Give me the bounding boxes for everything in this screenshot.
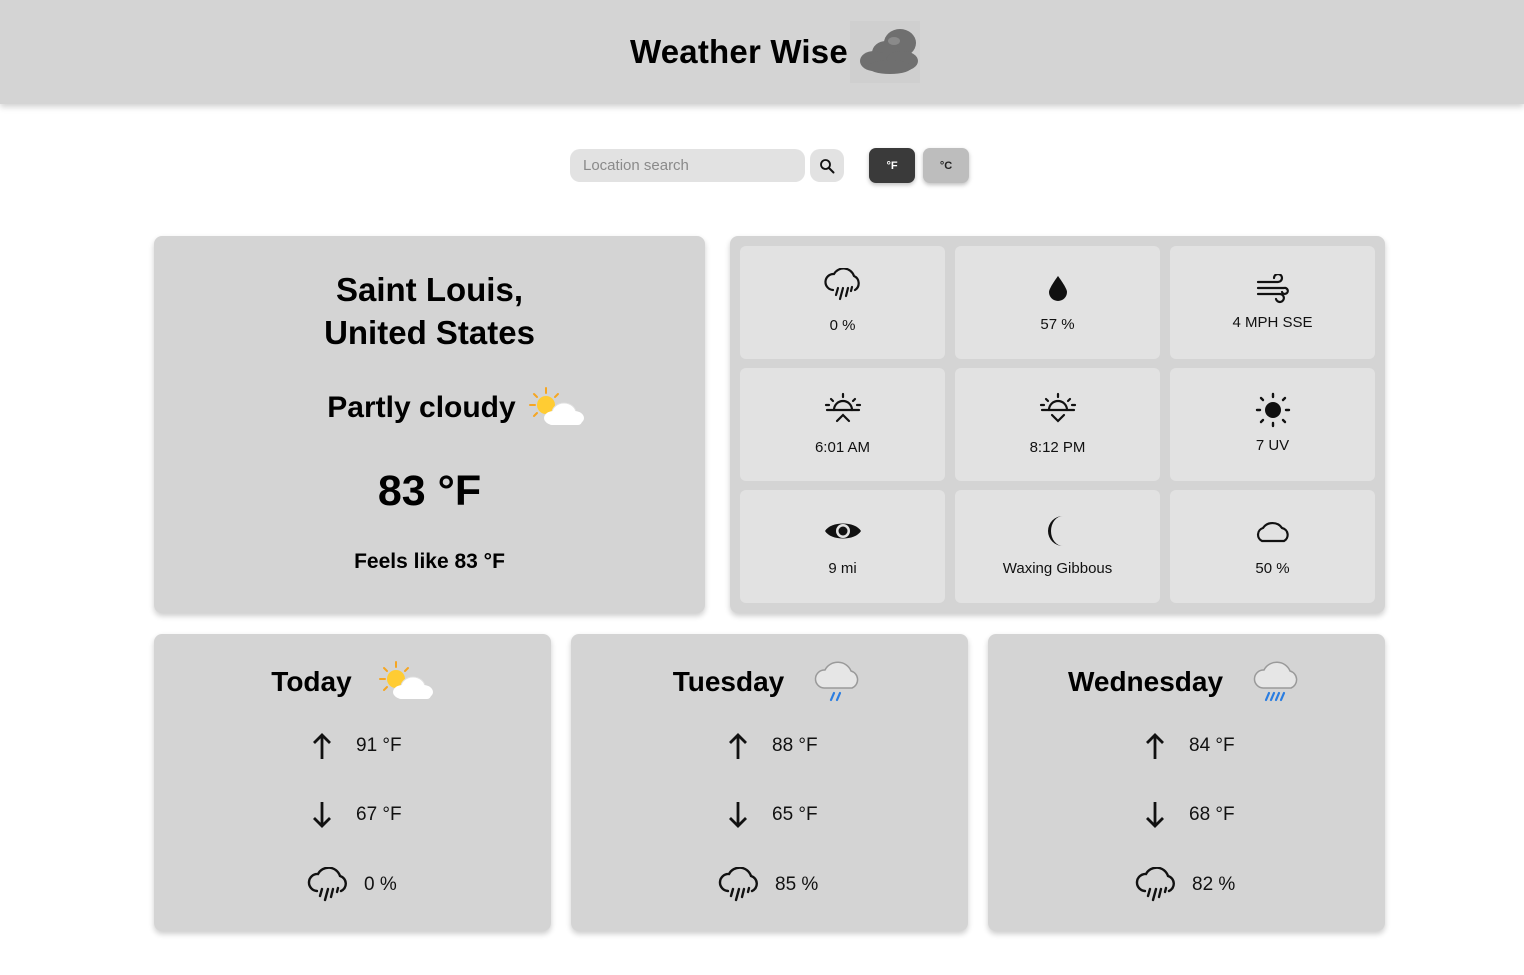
forecast-rain-value: 82 % — [1192, 874, 1236, 895]
humidity-drop-icon — [1048, 276, 1067, 301]
current-condition: Partly cloudy — [154, 386, 705, 430]
detail-value: 4 MPH SSE — [1232, 314, 1313, 331]
forecast-rain-value: 0 % — [364, 874, 397, 895]
brand: Weather Wise — [630, 21, 920, 83]
light-rain-icon — [815, 661, 859, 702]
visibility-eye-icon — [824, 523, 861, 539]
clouds-logo-icon — [849, 21, 920, 83]
forecast-header: Tuesday — [571, 658, 968, 706]
location-country: United States — [324, 314, 535, 351]
moon-phase-icon — [1047, 516, 1063, 546]
forecast-low: 67 °F — [310, 800, 402, 830]
condition-text: Partly cloudy — [327, 391, 516, 424]
detail-cloud-cover: 50 % — [1170, 490, 1375, 603]
forecast-rain: 82 % — [1134, 867, 1235, 903]
forecast-day-name: Today — [271, 666, 352, 697]
forecast-high: 84 °F — [1143, 731, 1235, 761]
forecast-card-tuesday: Tuesday 88 °F 65 °F 85 % — [571, 634, 968, 931]
forecast-low: 65 °F — [726, 800, 818, 830]
arrow-up-icon — [1146, 733, 1164, 759]
cloud-cover-icon — [1256, 522, 1289, 543]
detail-uv: 7 UV — [1170, 368, 1375, 481]
forecast-rain-value: 85 % — [775, 874, 819, 895]
sunrise-icon — [824, 392, 861, 423]
detail-value: 0 % — [829, 317, 856, 334]
partly-cloudy-icon — [528, 387, 584, 425]
forecast-high-value: 84 °F — [1189, 735, 1235, 756]
forecast-high-value: 91 °F — [356, 735, 402, 756]
feels-like: Feels like 83 °F — [354, 550, 505, 573]
celsius-button[interactable]: °C — [923, 148, 969, 183]
wind-icon — [1256, 274, 1289, 304]
detail-value: 9 mi — [828, 560, 857, 577]
forecast-high-value: 88 °F — [772, 735, 818, 756]
partly-cloudy-icon — [378, 661, 433, 699]
forecast-header: Wednesday — [988, 658, 1385, 706]
detail-value: 7 UV — [1255, 437, 1290, 454]
arrow-down-icon — [1146, 802, 1164, 828]
forecast-header: Today — [154, 658, 551, 706]
detail-value: 6:01 AM — [814, 439, 871, 456]
app-title: Weather Wise — [630, 33, 848, 70]
detail-value: Waxing Gibbous — [1002, 560, 1113, 577]
forecast-low-value: 68 °F — [1189, 804, 1235, 825]
forecast-low-value: 65 °F — [772, 804, 818, 825]
sunset-icon — [1039, 392, 1076, 423]
rain-chance-icon — [718, 867, 758, 902]
rain-chance-icon — [823, 268, 860, 301]
heavy-rain-icon — [1253, 661, 1298, 702]
forecast-high: 91 °F — [310, 731, 402, 761]
detail-visibility: 9 mi — [740, 490, 945, 603]
forecast-day-name: Tuesday — [672, 666, 785, 697]
detail-sunset: 8:12 PM — [955, 368, 1160, 481]
detail-value: 50 % — [1255, 560, 1290, 577]
forecast-day-name: Wednesday — [1067, 666, 1224, 697]
arrow-up-icon — [729, 733, 747, 759]
forecast-high: 88 °F — [726, 731, 818, 761]
location-city: Saint Louis, — [335, 271, 523, 308]
arrow-down-icon — [313, 802, 331, 828]
current-temperature: 83 °F — [377, 467, 482, 515]
detail-value: 57 % — [1040, 316, 1075, 333]
detail-sunrise: 6:01 AM — [740, 368, 945, 481]
forecast-card-wednesday: Wednesday 84 °F 68 °F 82 % — [988, 634, 1385, 931]
arrow-up-icon — [313, 733, 331, 759]
detail-humidity: 57 % — [955, 246, 1160, 359]
location-search-input[interactable] — [570, 149, 805, 182]
forecast-card-today: Today 91 °F 67 °F 0 % — [154, 634, 551, 931]
details-grid: 0 % 57 % 4 MPH SSE 6:01 AM 8:12 PM 7 UV … — [730, 236, 1385, 613]
rain-chance-icon — [1135, 867, 1175, 902]
forecast-low-value: 67 °F — [356, 804, 402, 825]
search-icon — [820, 158, 835, 173]
uv-sun-icon — [1255, 392, 1290, 428]
forecast-rain: 85 % — [717, 867, 818, 903]
detail-rain-chance: 0 % — [740, 246, 945, 359]
forecast-low: 68 °F — [1143, 800, 1235, 830]
search-button[interactable] — [810, 149, 844, 182]
rain-chance-icon — [307, 867, 347, 902]
app-header: Weather Wise — [0, 0, 1524, 104]
location-name: Saint Louis, United States — [154, 268, 705, 354]
detail-wind: 4 MPH SSE — [1170, 246, 1375, 359]
forecast-rain: 0 % — [306, 867, 397, 903]
arrow-down-icon — [729, 802, 747, 828]
fahrenheit-button[interactable]: °F — [869, 148, 915, 183]
detail-moon-phase: Waxing Gibbous — [955, 490, 1160, 603]
detail-value: 8:12 PM — [1029, 439, 1086, 456]
